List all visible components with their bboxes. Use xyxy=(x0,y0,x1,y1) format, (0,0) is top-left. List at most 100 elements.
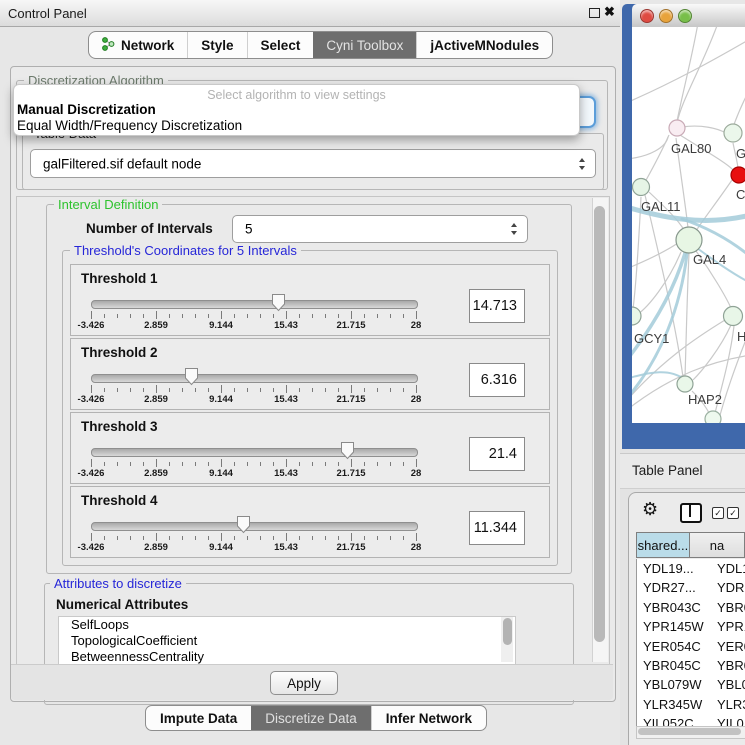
threshold-1-value-field[interactable]: 14.713 xyxy=(469,289,525,323)
tick-label: 21.715 xyxy=(326,542,376,553)
table-row[interactable]: YBR045CYBR0 xyxy=(637,656,745,675)
split-columns-icon[interactable] xyxy=(680,503,702,523)
menu-item-manual-discretization[interactable]: Manual Discretization xyxy=(17,102,156,117)
network-node[interactable] xyxy=(669,120,685,136)
tick xyxy=(208,388,209,392)
network-node[interactable] xyxy=(677,376,693,392)
tab-select[interactable]: Select xyxy=(247,32,314,58)
column-header-name[interactable]: na xyxy=(690,532,745,558)
tick xyxy=(325,462,326,466)
network-window-titlebar[interactable] xyxy=(632,4,745,28)
close-traffic-light-icon[interactable] xyxy=(640,9,654,23)
number-of-intervals-select[interactable]: 5 xyxy=(232,215,528,243)
network-node[interactable] xyxy=(731,167,745,183)
threshold-1-slider[interactable] xyxy=(91,300,418,309)
tab-infer-network[interactable]: Infer Network xyxy=(371,706,486,730)
tick xyxy=(286,533,287,541)
tab-style[interactable]: Style xyxy=(187,32,246,58)
numerical-attributes-list[interactable]: SelfLoopsTopologicalCoefficientBetweenne… xyxy=(58,616,516,665)
network-edge[interactable] xyxy=(677,27,718,123)
zoom-traffic-light-icon[interactable] xyxy=(678,9,692,23)
network-edge[interactable] xyxy=(696,180,732,231)
threshold-3-slider[interactable] xyxy=(91,448,418,457)
tick-label: 15.43 xyxy=(261,542,311,553)
checkbox-icon[interactable]: ✓ xyxy=(712,507,724,519)
table-data-select[interactable]: galFiltered.sif default node xyxy=(30,149,596,178)
network-node[interactable] xyxy=(724,307,743,326)
threshold-4-value-field[interactable]: 11.344 xyxy=(469,511,525,545)
threshold-2-label: Threshold 2 xyxy=(81,345,158,360)
tick xyxy=(351,533,352,541)
table-row[interactable]: YIL052CYIL0 xyxy=(637,714,745,726)
network-edge[interactable] xyxy=(733,87,745,127)
tick xyxy=(143,536,144,540)
bottom-tabbar: Impute Data Discretize Data Infer Networ… xyxy=(145,705,487,731)
slider-thumb[interactable] xyxy=(340,441,355,460)
tick-label: 28 xyxy=(391,320,441,331)
column-header-shared-name[interactable]: shared... xyxy=(636,532,690,558)
tab-jactivemnodules[interactable]: jActiveMNodules xyxy=(416,32,552,58)
table-row[interactable]: YDR27...YDR2 xyxy=(637,578,745,597)
table-row[interactable]: YBL079WYBL0 xyxy=(637,675,745,694)
network-node[interactable] xyxy=(676,227,702,253)
slider-thumb[interactable] xyxy=(184,367,199,386)
tab-style-label: Style xyxy=(201,38,233,53)
vertical-scrollbar-thumb[interactable] xyxy=(594,206,605,642)
network-edge[interactable] xyxy=(633,197,641,309)
tick xyxy=(130,536,131,540)
tick xyxy=(403,314,404,318)
table-row[interactable]: YDL19...YDL1 xyxy=(637,559,745,578)
tab-impute-data[interactable]: Impute Data xyxy=(146,706,251,730)
network-node[interactable] xyxy=(705,411,721,423)
slider-thumb[interactable] xyxy=(236,515,251,534)
control-panel-title: Control Panel xyxy=(8,6,87,21)
network-node[interactable] xyxy=(724,124,742,142)
threshold-4-slider[interactable] xyxy=(91,522,418,531)
tab-network[interactable]: Network xyxy=(89,32,187,58)
tick xyxy=(195,388,196,392)
tick xyxy=(182,314,183,318)
threshold-2-value-field[interactable]: 6.316 xyxy=(469,363,525,397)
number-of-intervals-value: 5 xyxy=(245,222,253,237)
tick xyxy=(234,388,235,392)
apply-button[interactable]: Apply xyxy=(270,671,338,695)
table-row[interactable]: YER054CYER0 xyxy=(637,637,745,656)
tick-label: 9.144 xyxy=(196,320,246,331)
slider-thumb[interactable] xyxy=(271,293,286,312)
table-cell: YIL052C xyxy=(643,714,694,726)
checkbox-icon[interactable]: ✓ xyxy=(727,507,739,519)
network-node[interactable] xyxy=(632,307,641,325)
tab-discretize-data[interactable]: Discretize Data xyxy=(251,706,371,730)
tab-cyni-toolbox[interactable]: Cyni Toolbox xyxy=(313,32,416,58)
threshold-2-slider[interactable] xyxy=(91,374,418,383)
network-edge[interactable] xyxy=(632,243,678,269)
network-node[interactable] xyxy=(633,179,650,196)
threshold-3-value-field[interactable]: 21.4 xyxy=(469,437,525,471)
tab-jactivemnodules-label: jActiveMNodules xyxy=(430,38,539,53)
tick xyxy=(91,459,92,467)
spinner-arrows-icon xyxy=(579,158,586,170)
close-icon[interactable]: ✖ xyxy=(604,4,615,20)
gear-icon[interactable]: ⚙ xyxy=(642,499,658,520)
menu-item-equal-width-frequency[interactable]: Equal Width/Frequency Discretization xyxy=(17,118,242,133)
horizontal-scrollbar-thumb[interactable] xyxy=(638,728,741,735)
tick xyxy=(130,462,131,466)
table-cell: YDL1 xyxy=(717,559,745,578)
network-view-canvas[interactable]: GAL80GACGAL11GAL4GCY1HHAP2 xyxy=(632,27,745,423)
network-edge[interactable] xyxy=(645,195,683,377)
tick xyxy=(377,462,378,466)
table-row[interactable]: YBR043CYBR0 xyxy=(637,598,745,617)
tick xyxy=(338,536,339,540)
tick xyxy=(364,536,365,540)
attributes-scrollbar-thumb[interactable] xyxy=(503,618,512,645)
slider-ticks xyxy=(91,533,417,542)
table-row[interactable]: YLR345WYLR3 xyxy=(637,695,745,714)
list-item[interactable]: SelfLoops xyxy=(59,617,515,633)
list-item[interactable]: TopologicalCoefficient xyxy=(59,633,515,649)
tick xyxy=(91,533,92,541)
float-window-icon[interactable] xyxy=(589,8,600,18)
list-item[interactable]: BetweennessCentrality xyxy=(59,649,515,665)
minimize-traffic-light-icon[interactable] xyxy=(659,9,673,23)
network-edge[interactable] xyxy=(682,126,724,132)
table-row[interactable]: YPR145WYPR1 xyxy=(637,617,745,636)
